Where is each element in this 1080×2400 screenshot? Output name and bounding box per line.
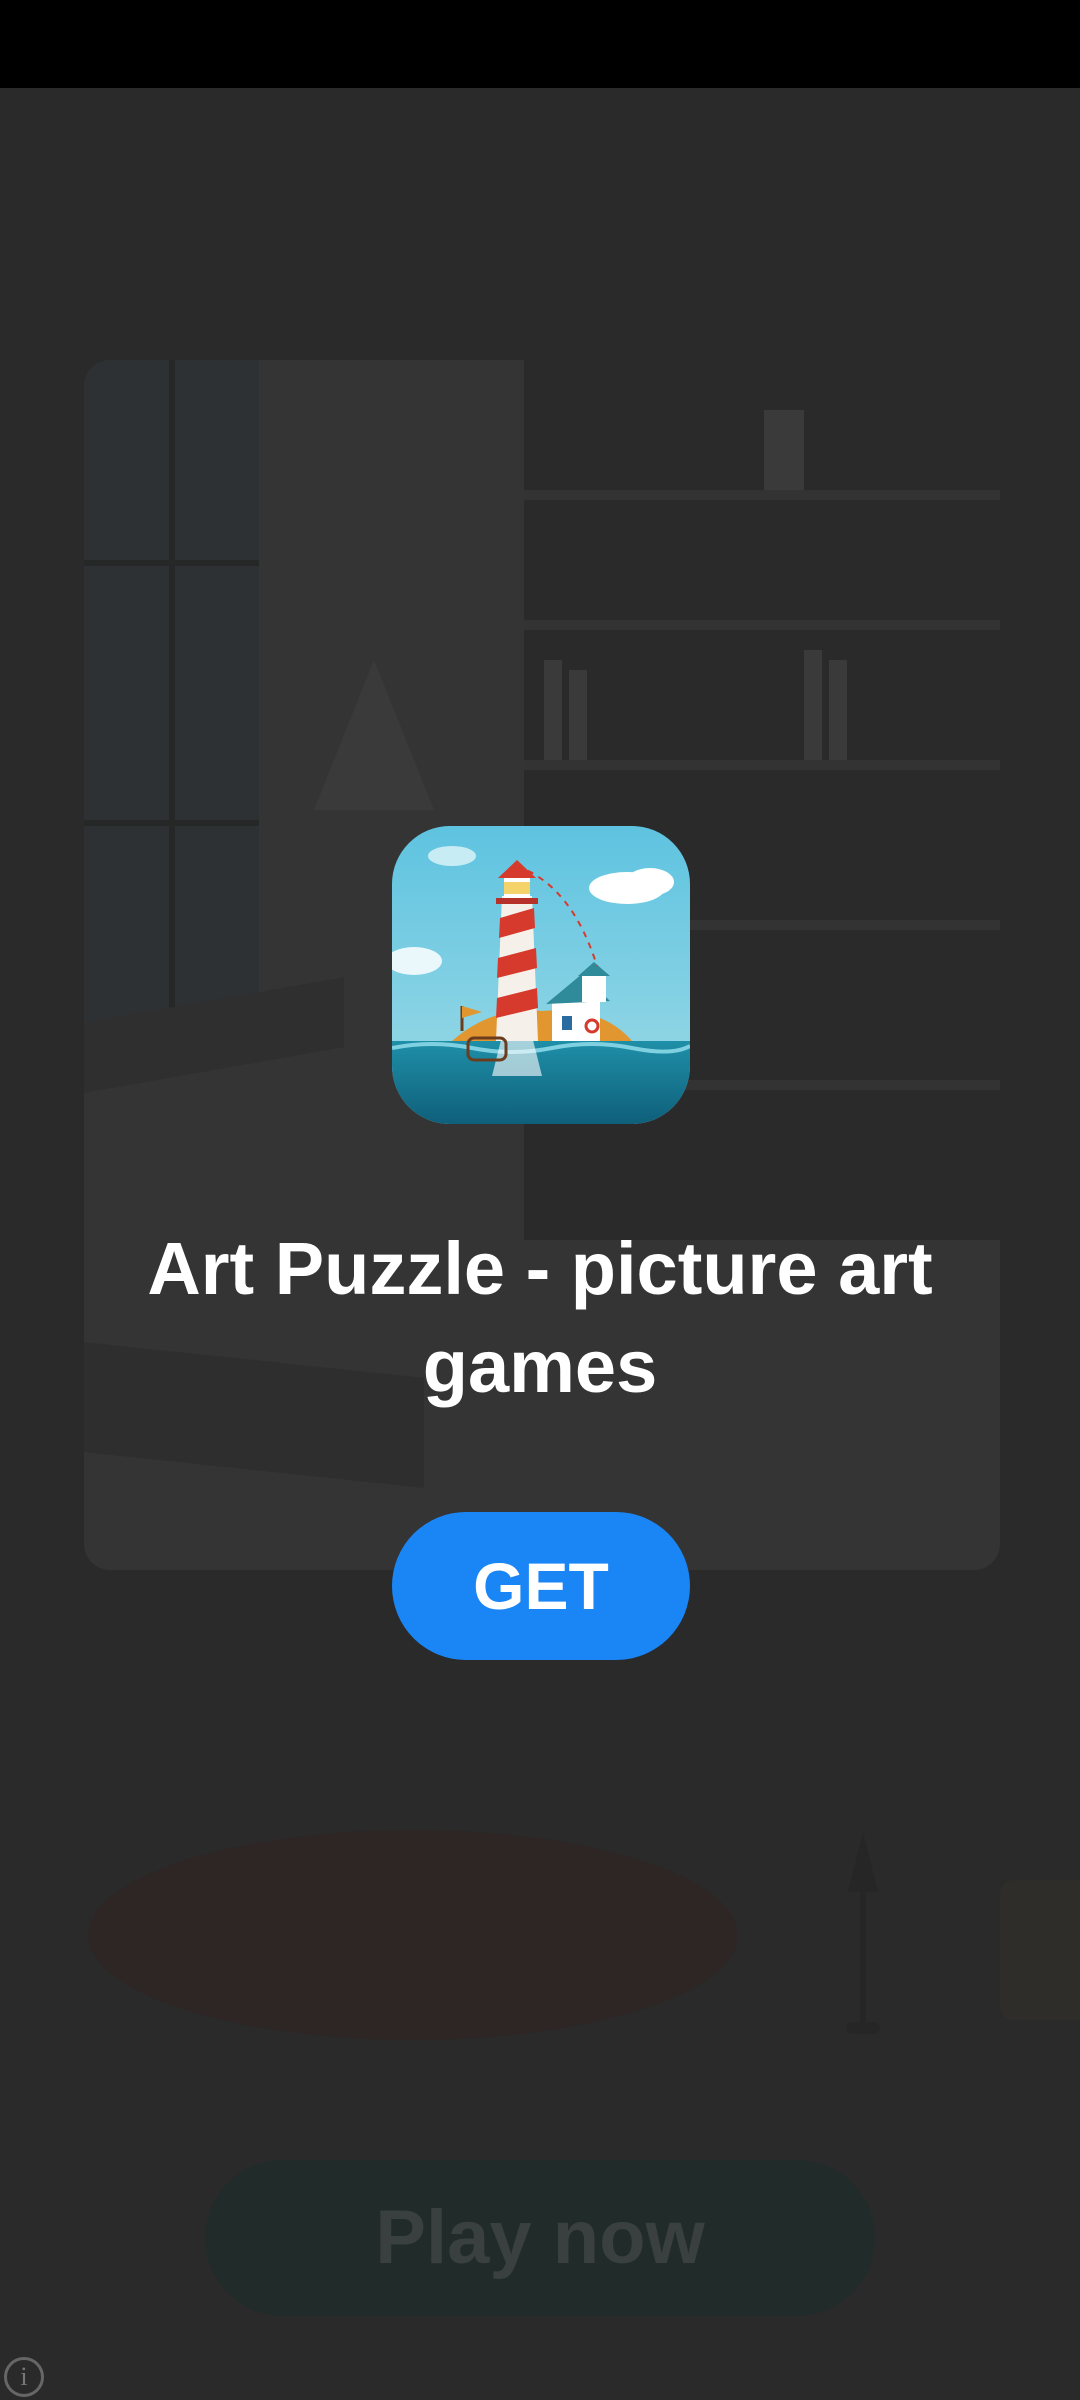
app-title: Art Puzzle - picture art games	[147, 1227, 933, 1408]
status-bar	[0, 0, 1080, 88]
floor-lamp-illustration	[838, 1832, 898, 2042]
sofa-illustration	[1000, 1880, 1080, 2020]
play-now-button: Play now	[205, 2160, 875, 2316]
window-illustration	[84, 360, 259, 1060]
get-button[interactable]: GET	[392, 1512, 690, 1660]
lighthouse-app-icon[interactable]	[392, 826, 690, 1124]
info-icon[interactable]: i	[4, 2357, 44, 2397]
rug-illustration	[88, 1830, 738, 2040]
lamp-illustration	[314, 660, 434, 810]
